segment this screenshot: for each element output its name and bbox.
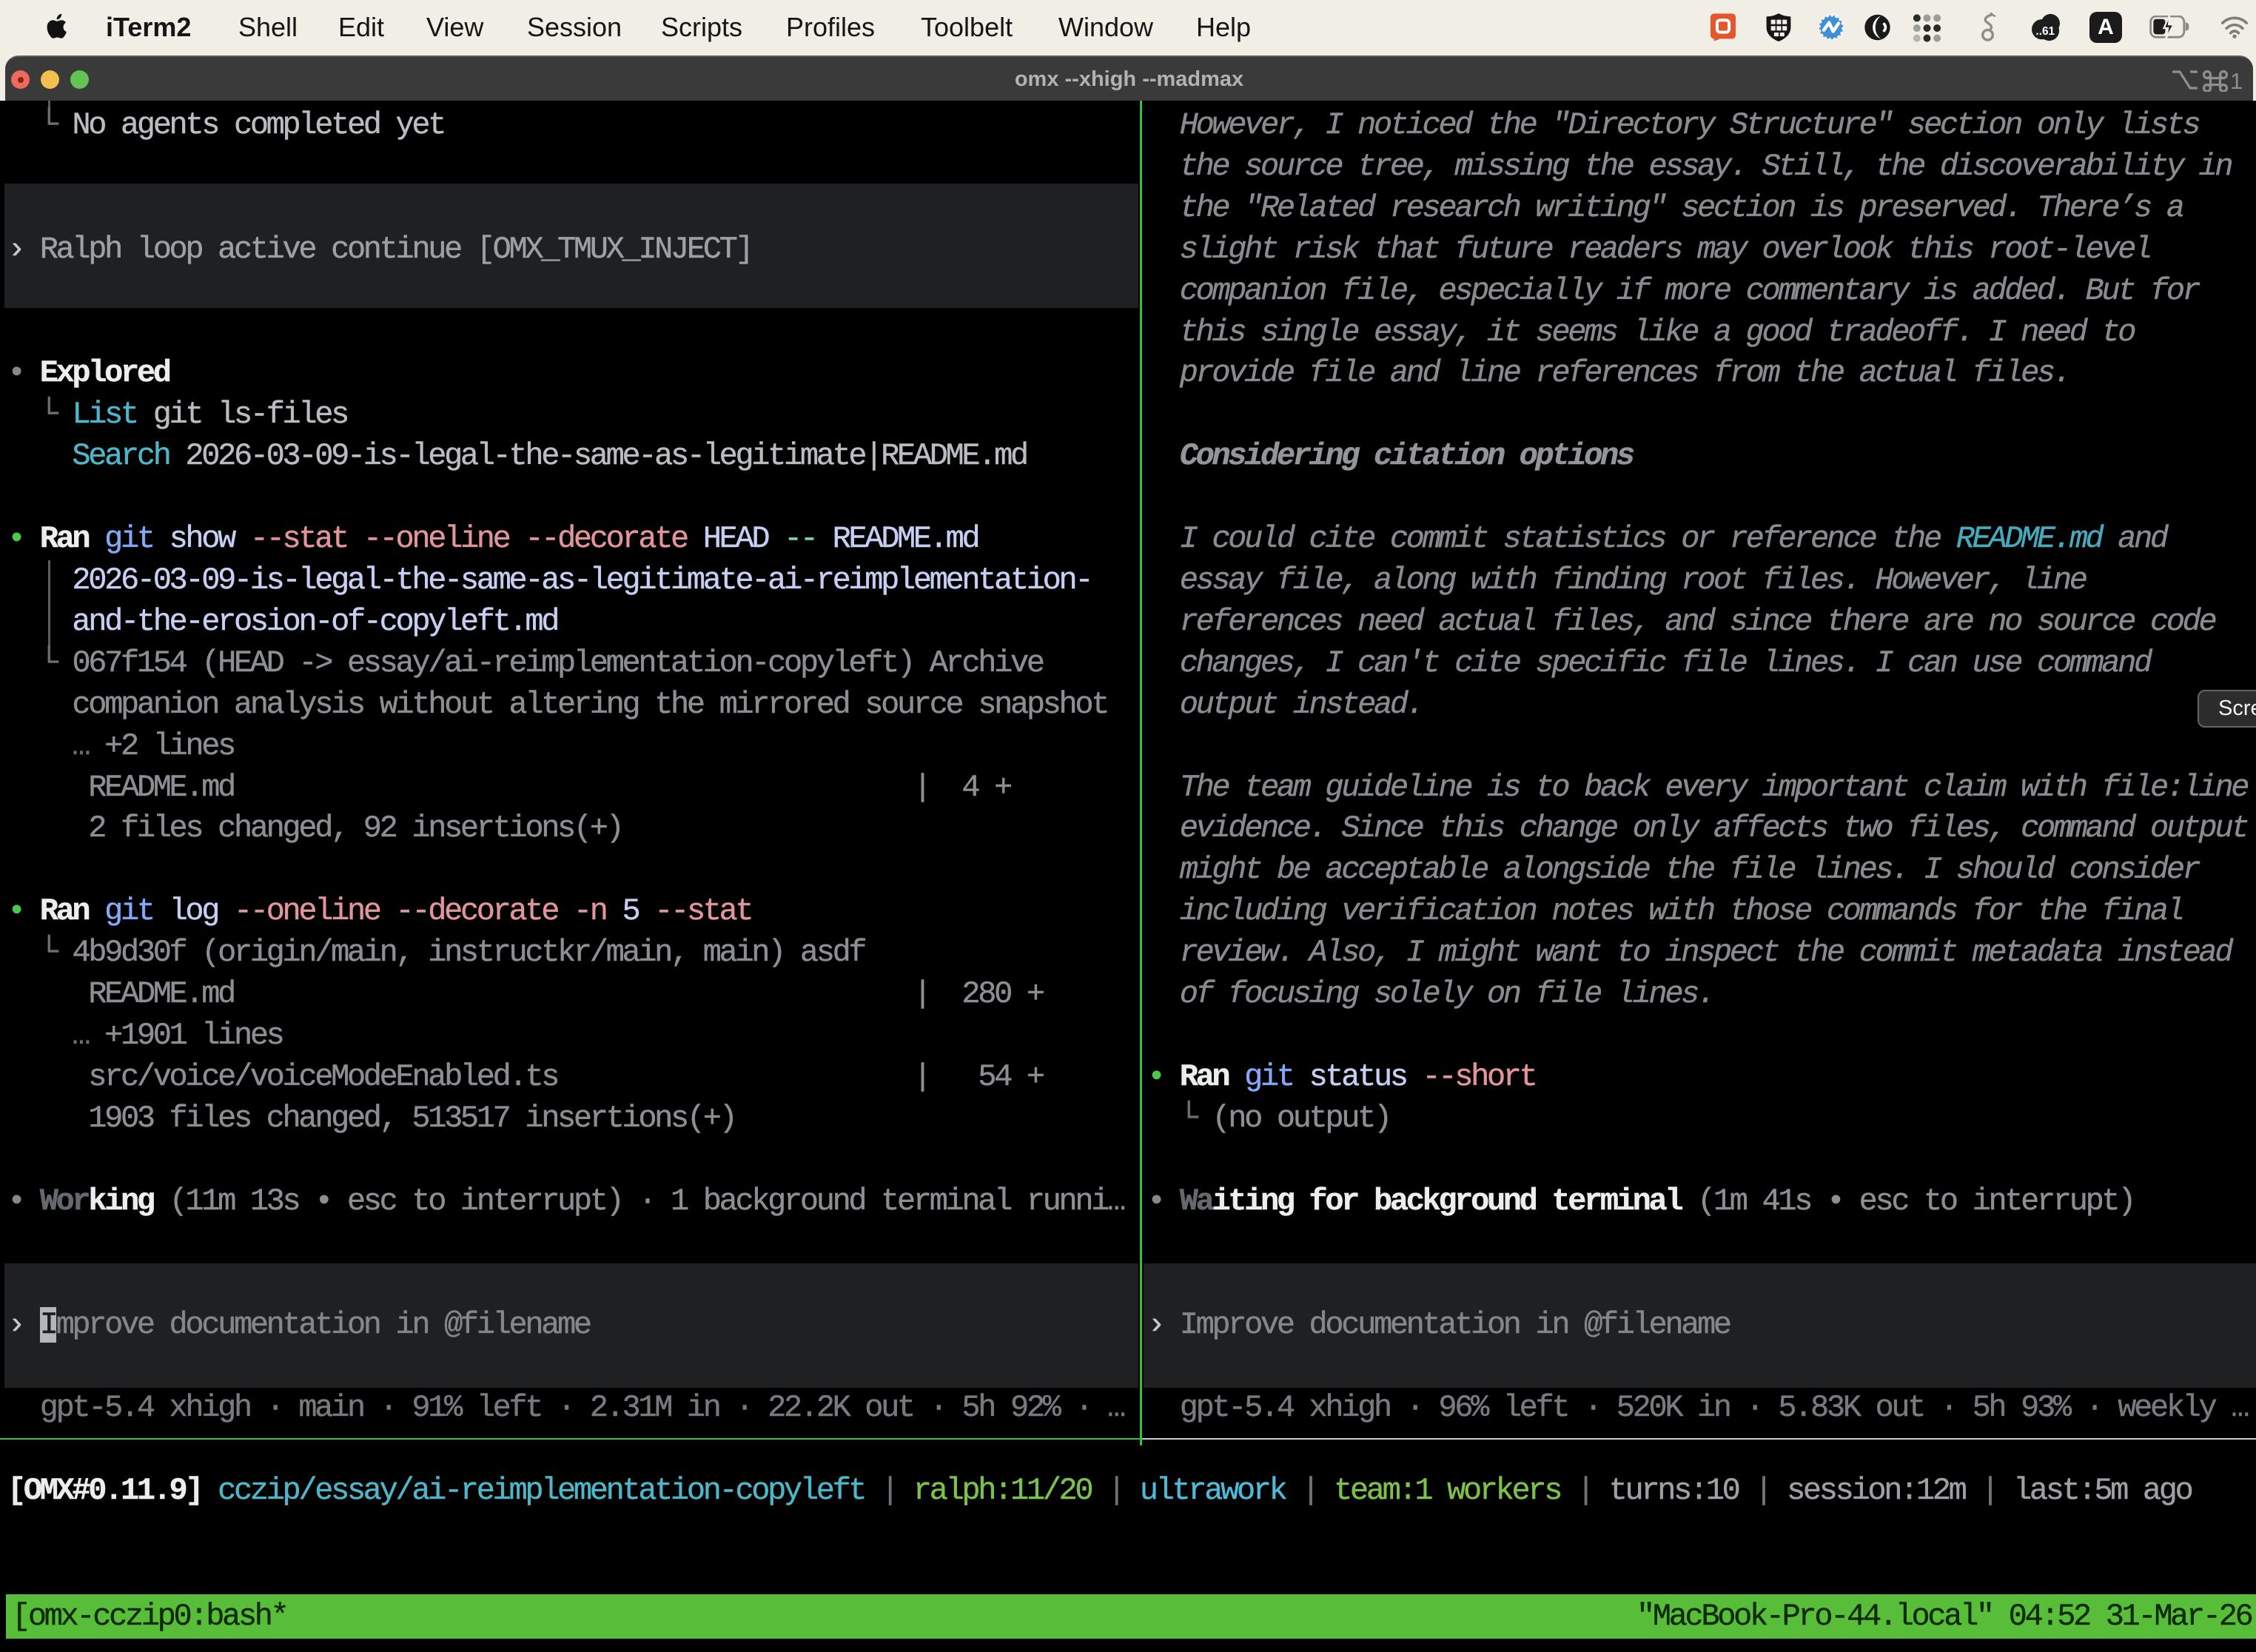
svg-text:1: 1 <box>2230 68 2242 92</box>
svg-text:..61: ..61 <box>2035 25 2055 38</box>
